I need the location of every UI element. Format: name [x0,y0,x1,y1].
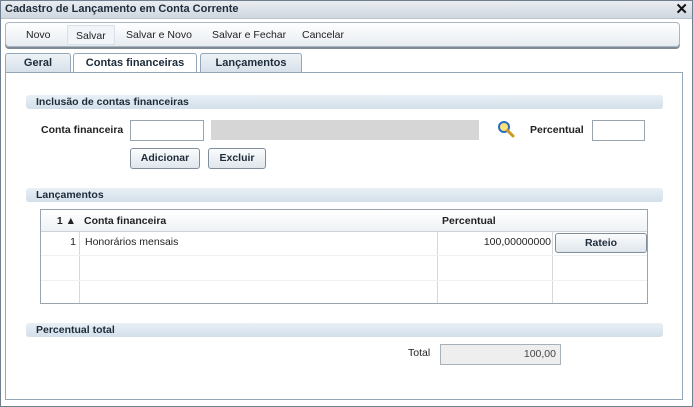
total-field: 100,00 [440,344,561,365]
column-header-conta[interactable]: Conta financeira [80,210,438,232]
novo-button[interactable]: Novo [18,25,59,45]
percentual-input[interactable] [592,120,645,141]
dialog-window: Cadastro de Lançamento em Conta Corrente… [0,0,693,407]
tab-contas-financeiras[interactable]: Contas financeiras [73,53,197,74]
inclusao-section-header: Inclusão de contas financeiras [26,95,663,109]
percentual-total-section-header: Percentual total [26,323,663,337]
salvar-button[interactable]: Salvar [67,25,115,45]
column-header-num[interactable]: 1 ▲ [41,210,80,232]
lancamentos-grid: 1 ▲ Conta financeira Percentual 1 Honorá… [40,209,648,304]
total-label: Total [408,347,431,359]
tab-lancamentos[interactable]: Lançamentos [200,53,302,73]
tab-panel: Inclusão de contas financeiras Conta fin… [5,72,683,400]
salvar-e-fechar-button[interactable]: Salvar e Fechar [204,25,294,45]
tab-geral[interactable]: Geral [5,53,71,73]
percentual-label: Percentual [530,124,584,136]
salvar-e-novo-button[interactable]: Salvar e Novo [118,25,200,45]
title-bar[interactable]: Cadastro de Lançamento em Conta Corrente… [1,1,692,19]
lancamentos-section-header: Lançamentos [26,188,663,202]
excluir-button[interactable]: Excluir [208,148,266,169]
close-icon[interactable]: ✕ [675,0,688,18]
row-percentual: 100,00000000 [483,236,551,248]
conta-financeira-description [211,120,479,140]
adicionar-button[interactable]: Adicionar [130,148,200,169]
tab-bar: Geral Contas financeiras Lançamentos [5,53,685,74]
column-header-action [553,210,647,232]
conta-financeira-input[interactable] [130,120,204,141]
cancelar-button[interactable]: Cancelar [294,25,352,45]
toolbar: Novo Salvar Salvar e Novo Salvar e Fecha… [5,22,680,47]
row-num: 1 [70,236,76,248]
search-icon[interactable] [497,120,515,138]
rateio-button[interactable]: Rateio [555,233,647,253]
row-conta: Honorários mensais [85,236,179,248]
column-header-percentual[interactable]: Percentual [438,210,553,232]
window-title: Cadastro de Lançamento em Conta Corrente [5,3,239,15]
conta-financeira-label: Conta financeira [41,124,124,136]
